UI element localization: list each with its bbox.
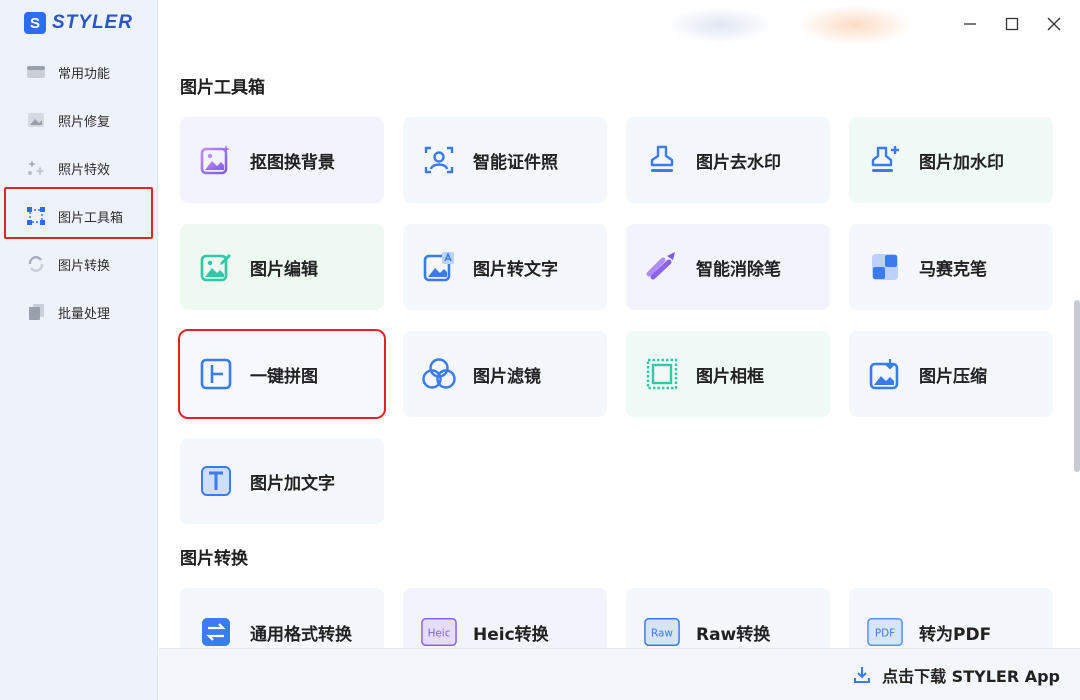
tool-add-watermark[interactable]: 图片加水印: [849, 117, 1053, 203]
tool-id-photo[interactable]: 智能证件照: [403, 117, 607, 203]
common-functions-icon: [26, 62, 46, 82]
tool-label: 智能消除笔: [696, 259, 781, 280]
tool-label: 图片相框: [696, 366, 764, 387]
collage-icon: [198, 356, 234, 392]
toolbox-grid: 抠图换背景 智能证件照 图片去水印 图片加水印 图片编辑 图片转文字 智能消除笔…: [178, 117, 1055, 524]
sidebar-item-common[interactable]: 常用功能: [0, 48, 158, 96]
window-controls: [960, 14, 1064, 34]
add-text-icon: [198, 463, 234, 499]
sidebar-item-label: 照片特效: [58, 162, 111, 178]
download-icon: [852, 665, 872, 685]
tool-label: 一键拼图: [250, 366, 318, 387]
sidebar-item-batch[interactable]: 批量处理: [0, 288, 158, 336]
tool-collage[interactable]: 一键拼图: [178, 329, 386, 419]
tool-image-frame[interactable]: 图片相框: [626, 331, 830, 417]
tool-label: 转为PDF: [919, 624, 992, 645]
tool-label: 图片转文字: [473, 259, 558, 280]
sidebar-item-label: 图片转换: [58, 258, 111, 274]
sidebar-item-effects[interactable]: 照片特效: [0, 144, 158, 192]
image-frame-icon: [644, 356, 680, 392]
pdf-icon: PDF: [867, 614, 903, 650]
vertical-scrollbar[interactable]: [1074, 300, 1080, 472]
sidebar-item-label: 常用功能: [58, 66, 111, 82]
tool-add-text[interactable]: 图片加文字: [180, 438, 384, 524]
sidebar-item-repair[interactable]: 照片修复: [0, 96, 158, 144]
tool-label: 通用格式转换: [250, 624, 352, 645]
mosaic-pen-icon: [867, 249, 903, 285]
tool-label: 图片滤镜: [473, 366, 541, 387]
tool-label: 图片编辑: [250, 259, 318, 280]
tool-label: 马赛克笔: [919, 259, 987, 280]
image-edit-icon: [198, 249, 234, 285]
tool-label: 图片去水印: [696, 152, 781, 173]
raw-badge-text: Raw: [651, 628, 673, 640]
download-label: 点击下载 STYLER App: [882, 666, 1060, 686]
sidebar-item-label: 图片工具箱: [58, 210, 124, 226]
id-photo-icon: [421, 142, 457, 178]
sidebar-item-label: 照片修复: [58, 114, 111, 130]
heic-badge-text: Heic: [428, 628, 451, 640]
sidebar-item-toolbox[interactable]: 图片工具箱: [0, 192, 158, 240]
batch-process-icon: [26, 302, 46, 322]
app-logo: S STYLER: [24, 12, 133, 34]
sidebar-item-convert[interactable]: 图片转换: [0, 240, 158, 288]
footer-bar: 点击下载 STYLER App: [159, 648, 1080, 700]
smart-eraser-icon: [644, 249, 680, 285]
image-compress-icon: [867, 356, 903, 392]
image-filter-icon: [421, 356, 457, 392]
tool-label: 智能证件照: [473, 152, 558, 173]
image-convert-icon: [26, 254, 46, 274]
image-to-text-icon: [421, 249, 457, 285]
sidebar-item-label: 批量处理: [58, 306, 111, 322]
blurred-vip-button: [800, 6, 910, 44]
remove-watermark-icon: [644, 142, 680, 178]
minimize-icon[interactable]: [960, 14, 980, 34]
photo-effects-icon: [26, 158, 46, 178]
tool-mosaic-pen[interactable]: 马赛克笔: [849, 224, 1053, 310]
photo-repair-icon: [26, 110, 46, 130]
tool-remove-watermark[interactable]: 图片去水印: [626, 117, 830, 203]
app-name: STYLER: [52, 12, 133, 33]
blurred-user-area: [670, 8, 770, 42]
tool-label: 图片加水印: [919, 152, 1004, 173]
tool-label: 图片压缩: [919, 366, 987, 387]
maximize-icon[interactable]: [1002, 14, 1022, 34]
logo-icon: S: [24, 12, 46, 34]
tool-image-to-text[interactable]: 图片转文字: [403, 224, 607, 310]
tool-label: Heic转换: [473, 624, 549, 645]
section-title-convert: 图片转换: [180, 549, 248, 569]
tool-image-edit[interactable]: 图片编辑: [180, 224, 384, 310]
cutout-background-icon: [198, 142, 234, 178]
sidebar: S STYLER 常用功能 照片修复 照片特效 图片工具箱 图片转换 批量处理: [0, 0, 158, 700]
pdf-badge-text: PDF: [875, 628, 895, 640]
raw-icon: Raw: [644, 614, 680, 650]
tool-label: Raw转换: [696, 624, 771, 645]
tool-label: 图片加文字: [250, 473, 335, 494]
tool-cutout-background[interactable]: 抠图换背景: [180, 117, 384, 203]
section-title-toolbox: 图片工具箱: [180, 78, 265, 98]
tool-smart-eraser[interactable]: 智能消除笔: [626, 224, 830, 310]
image-toolbox-icon: [26, 206, 46, 226]
format-convert-icon: [198, 614, 234, 650]
download-app-link[interactable]: 点击下载 STYLER App: [852, 663, 1060, 687]
tool-image-filter[interactable]: 图片滤镜: [403, 331, 607, 417]
sidebar-nav: 常用功能 照片修复 照片特效 图片工具箱 图片转换 批量处理: [0, 48, 158, 336]
tool-label: 抠图换背景: [250, 152, 335, 173]
add-watermark-icon: [867, 142, 903, 178]
heic-icon: Heic: [421, 614, 457, 650]
close-icon[interactable]: [1044, 14, 1064, 34]
tool-image-compress[interactable]: 图片压缩: [849, 331, 1053, 417]
